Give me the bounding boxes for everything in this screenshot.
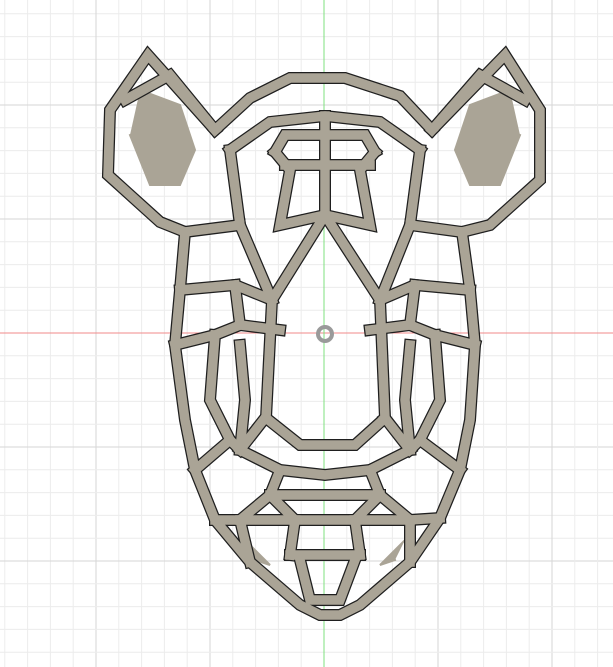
body-segment	[234, 339, 250, 456]
origin-point-icon[interactable]	[316, 325, 334, 343]
sketch-canvas[interactable]	[0, 0, 613, 667]
body-segment	[400, 339, 416, 456]
body-segment	[413, 433, 467, 477]
body-segment	[404, 512, 446, 526]
viewport-svg[interactable]	[0, 0, 613, 667]
body-segment	[188, 433, 237, 477]
